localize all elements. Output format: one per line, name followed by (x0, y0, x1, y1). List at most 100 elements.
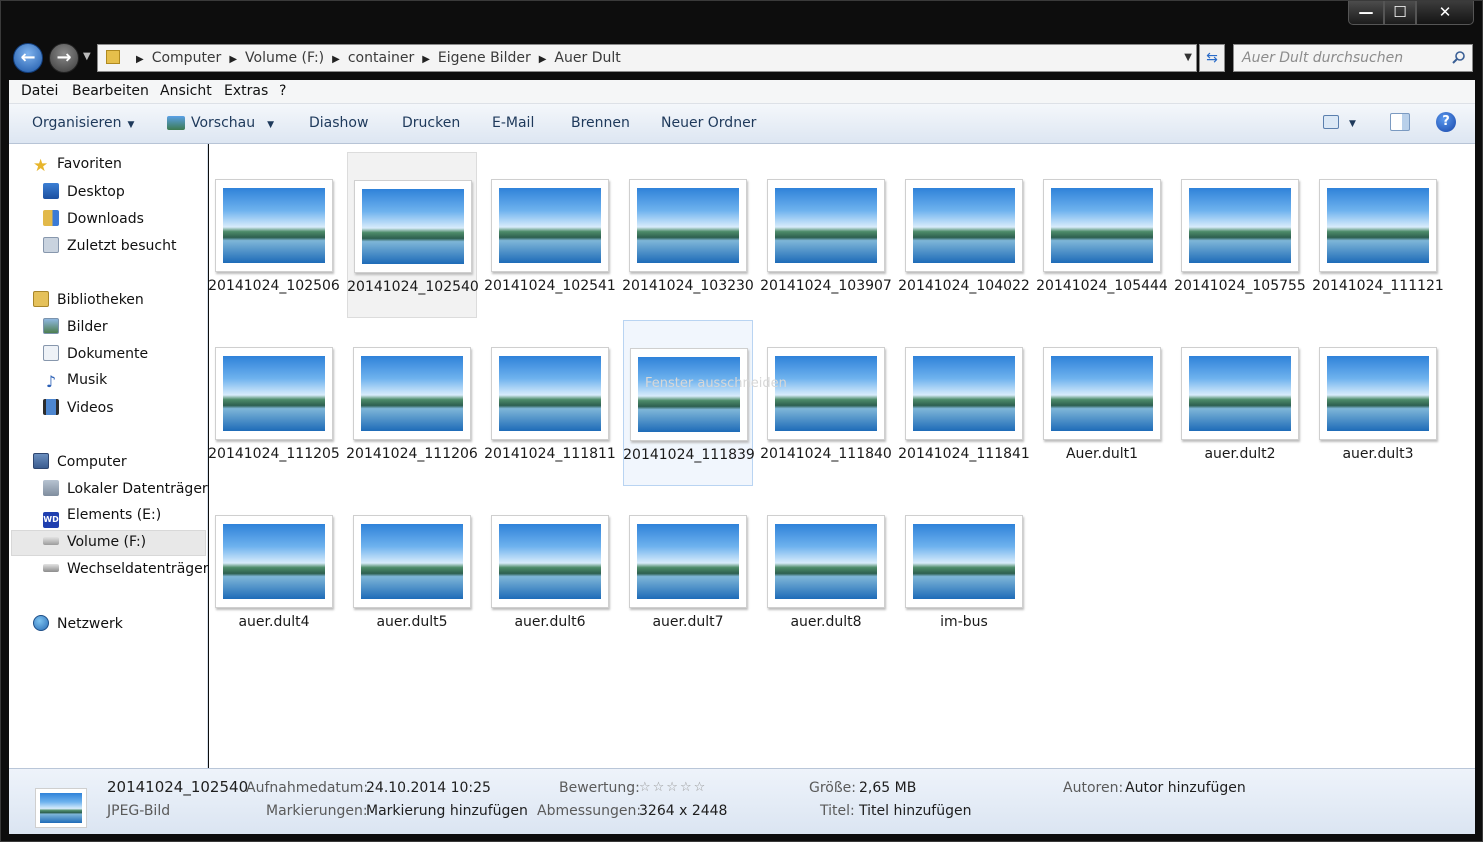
slideshow-button[interactable]: Diashow (309, 115, 368, 131)
view-options-button[interactable]: ▼ (1323, 114, 1356, 130)
breadcrumb-auer-dult[interactable]: Auer Dult (554, 50, 620, 66)
file-item[interactable]: auer.dult6 (485, 488, 615, 654)
minimize-button[interactable]: — (1348, 1, 1384, 25)
preview-button[interactable]: Vorschau ▼ (167, 115, 274, 131)
menu-bearbeiten[interactable]: Bearbeiten (72, 83, 149, 99)
nav-volume-f[interactable]: Volume (F:) (43, 534, 146, 550)
file-item[interactable]: 20141024_104022 (898, 152, 1030, 318)
landscape-image (1189, 188, 1291, 263)
address-dropdown-icon[interactable]: ▼ (1184, 45, 1192, 71)
file-item[interactable]: 20141024_111205 (208, 320, 340, 486)
back-button[interactable]: ← (13, 43, 43, 73)
file-item[interactable]: auer.dult5 (347, 488, 477, 654)
landscape-image (637, 188, 739, 263)
nav-pictures-label: Bilder (67, 319, 108, 335)
nav-libraries[interactable]: Bibliotheken (33, 291, 144, 308)
file-item[interactable]: 20141024_111206 (346, 320, 478, 486)
breadcrumb-volume[interactable]: Volume (F:) (245, 50, 324, 66)
file-item[interactable]: 20141024_111811 (484, 320, 616, 486)
title-value[interactable]: Titel hinzufügen (859, 803, 972, 819)
print-button[interactable]: Drucken (402, 115, 460, 131)
search-input[interactable]: Auer Dult durchsuchen (1233, 44, 1473, 72)
help-button[interactable]: ? (1436, 112, 1456, 132)
file-item[interactable]: 20141024_111841 (898, 320, 1030, 486)
file-item[interactable]: 20141024_103907 (760, 152, 892, 318)
breadcrumb-eigene-bilder[interactable]: Eigene Bilder (438, 50, 531, 66)
image-thumbnail (353, 347, 471, 440)
file-list: 20141024_102506 20141024_102540 20141024_1… (208, 144, 1475, 768)
file-item[interactable]: 20141024_102506 (208, 152, 340, 318)
nav-videos[interactable]: Videos (43, 399, 114, 416)
menu-ansicht[interactable]: Ansicht (160, 83, 212, 99)
nav-desktop-label: Desktop (67, 184, 125, 200)
maximize-button[interactable]: ☐ (1384, 1, 1416, 25)
breadcrumb-container[interactable]: container (348, 50, 414, 66)
file-item[interactable]: 20141024_102541 (484, 152, 616, 318)
refresh-button[interactable]: ⇆ (1199, 44, 1225, 72)
close-button[interactable]: ✕ (1416, 1, 1474, 25)
authors-value[interactable]: Autor hinzufügen (1125, 780, 1246, 796)
file-name: auer.dult4 (238, 614, 310, 630)
image-thumbnail (767, 515, 885, 608)
image-thumbnail (629, 179, 747, 272)
email-button[interactable]: E-Mail (492, 115, 534, 131)
address-bar[interactable]: ▶ Computer ▶ Volume (F:) ▶ container ▶ Eigene B… (97, 44, 1197, 72)
arrow-left-icon: ← (20, 47, 36, 68)
file-item[interactable]: Auer.dult1 (1037, 320, 1167, 486)
nav-recent[interactable]: Zuletzt besucht (43, 237, 176, 254)
preview-pane-button[interactable] (1390, 113, 1410, 132)
nav-favorites[interactable]: ★ Favoriten (33, 156, 122, 176)
image-thumbnail (630, 348, 748, 441)
burn-button[interactable]: Brennen (571, 115, 630, 131)
star-icon: ★ (33, 156, 49, 176)
nav-pictures[interactable]: Bilder (43, 318, 108, 335)
arrow-right-icon: → (56, 47, 72, 68)
file-item[interactable]: 20141024_111121 (1312, 152, 1444, 318)
search-icon[interactable] (1452, 50, 1466, 64)
nav-documents[interactable]: Dokumente (43, 345, 148, 362)
new-folder-button[interactable]: Neuer Ordner (661, 115, 756, 131)
file-name: 20141024_104022 (898, 278, 1030, 294)
file-item[interactable]: 20141024_105444 (1036, 152, 1168, 318)
file-item[interactable]: 20141024_111840 (760, 320, 892, 486)
pictures-icon (43, 318, 59, 334)
music-icon: ♪ (45, 372, 57, 391)
nav-removable[interactable]: Wechseldatenträger (43, 561, 209, 577)
nav-downloads[interactable]: Downloads (43, 210, 144, 227)
file-item[interactable]: auer.dult3 (1313, 320, 1443, 486)
landscape-image (638, 357, 740, 432)
nav-desktop[interactable]: Desktop (43, 183, 125, 200)
breadcrumb-computer[interactable]: Computer (152, 50, 222, 66)
file-item[interactable]: auer.dult7 (623, 488, 753, 654)
file-item[interactable]: 20141024_102540 (347, 152, 479, 318)
date-taken-value[interactable]: 24.10.2014 10:25 (366, 780, 491, 796)
image-thumbnail (1181, 347, 1299, 440)
nav-network[interactable]: Netzwerk (33, 615, 123, 632)
forward-button[interactable]: → (49, 43, 79, 73)
nav-local-disk[interactable]: Lokaler Datenträger (43, 480, 208, 497)
file-item[interactable]: 20141024_103230 (622, 152, 754, 318)
file-item[interactable]: auer.dult4 (209, 488, 339, 654)
file-item[interactable]: 20141024_111839 (623, 320, 755, 486)
file-name: 20141024_105444 (1036, 278, 1168, 294)
image-thumbnail (905, 179, 1023, 272)
file-item[interactable]: auer.dult8 (761, 488, 891, 654)
menu-help[interactable]: ? (279, 83, 286, 99)
recent-pages-dropdown[interactable]: ▼ (83, 51, 91, 62)
rating-stars[interactable]: ☆☆☆☆☆ (639, 780, 707, 795)
tags-value[interactable]: Markierung hinzufügen (366, 803, 528, 819)
menu-datei[interactable]: Datei (21, 83, 58, 99)
landscape-image (775, 188, 877, 263)
file-name: im-bus (940, 614, 988, 630)
file-item[interactable]: auer.dult2 (1175, 320, 1305, 486)
menu-extras[interactable]: Extras (224, 83, 268, 99)
nav-computer[interactable]: Computer (33, 453, 127, 470)
nav-elements-label: Elements (E:) (67, 507, 162, 523)
file-name: auer.dult7 (652, 614, 724, 630)
nav-music[interactable]: ♪ Musik (43, 372, 107, 390)
file-name: 20141024_111841 (898, 446, 1030, 462)
file-item[interactable]: im-bus (899, 488, 1029, 654)
organize-button[interactable]: Organisieren ▼ (32, 115, 134, 131)
nav-elements-drive[interactable]: WD Elements (E:) (43, 507, 161, 528)
file-item[interactable]: 20141024_105755 (1174, 152, 1306, 318)
